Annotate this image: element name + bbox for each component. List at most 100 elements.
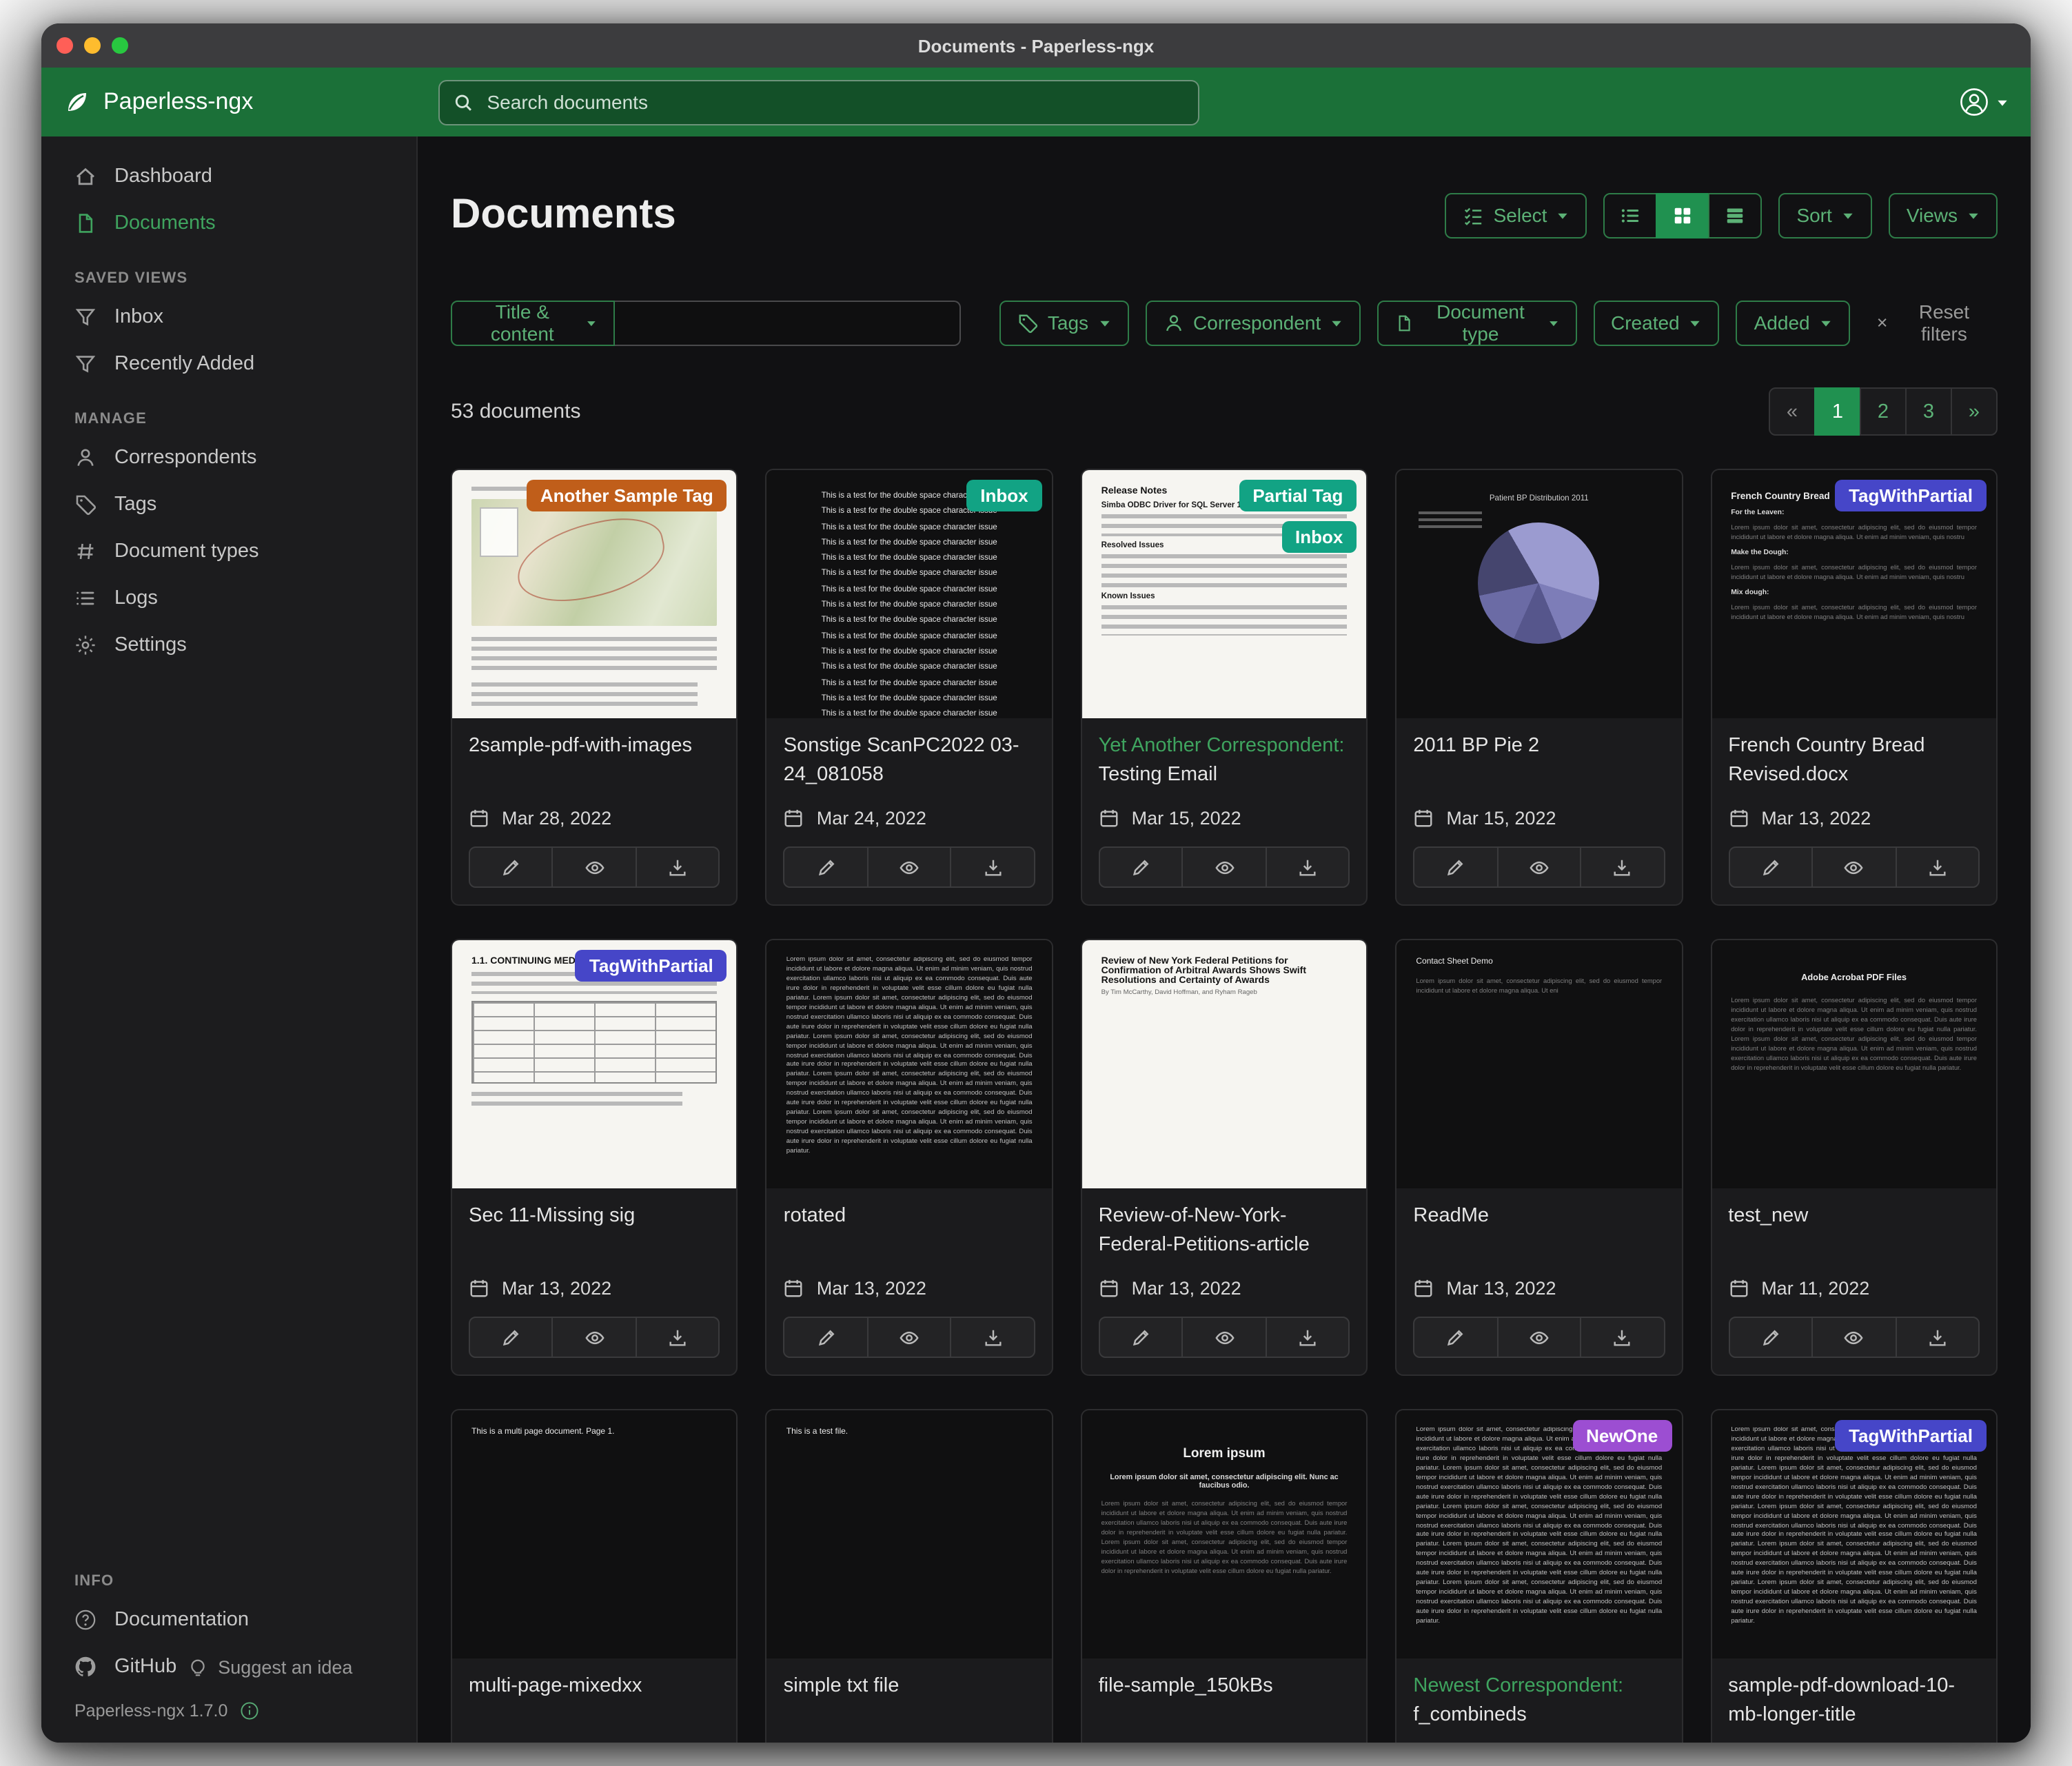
filter-tags-dropdown[interactable]: Tags [999,300,1128,345]
document-card[interactable]: NewOne Lorem ipsum dolor sit amet, conse… [1395,1409,1683,1743]
edit-document-button[interactable] [1099,846,1184,888]
document-card[interactable]: This is a multi page document. Page 1. m… [451,1409,738,1743]
views-dropdown[interactable]: Views [1889,192,1998,238]
download-document-button[interactable] [1265,846,1350,888]
edit-document-button[interactable] [1728,1317,1813,1358]
brand[interactable]: Paperless-ngx [63,88,438,116]
tag-badge[interactable]: NewOne [1572,1420,1672,1452]
document-thumbnail[interactable]: This is a multi page document. Page 1. [452,1410,737,1658]
download-document-button[interactable] [636,1317,720,1358]
filter-created-dropdown[interactable]: Created [1593,300,1720,345]
sidebar-item-settings[interactable]: Settings [41,622,416,669]
edit-document-button[interactable] [784,846,869,888]
document-thumbnail[interactable]: Lorem ipsum dolor sit amet, consectetur … [767,940,1052,1188]
pagination-page-3[interactable]: 3 [1905,387,1952,436]
pagination-page-1[interactable]: 1 [1814,387,1861,436]
edit-document-button[interactable] [1413,846,1498,888]
document-title[interactable]: rotated [784,1202,1035,1260]
window-minimize-button[interactable] [84,37,101,54]
edit-document-button[interactable] [469,1317,553,1358]
view-list-button[interactable] [1603,192,1657,238]
sidebar-item-correspondents[interactable]: Correspondents [41,434,416,481]
document-thumbnail[interactable]: Review of New York Federal Petitions for… [1082,940,1367,1188]
document-title[interactable]: multi-page-mixedxx [469,1672,720,1730]
tag-badge[interactable]: Inbox [966,480,1042,511]
tag-badge[interactable]: TagWithPartial [1835,480,1987,511]
document-card[interactable]: TagWithPartial French Country BreadFor t… [1710,469,1998,906]
tag-badge[interactable]: Inbox [1281,521,1357,553]
view-document-button[interactable] [867,1317,952,1358]
view-document-button[interactable] [1811,846,1896,888]
document-title[interactable]: Newest Correspondent: f_combineds [1413,1672,1665,1730]
edit-document-button[interactable] [1099,1317,1184,1358]
view-document-button[interactable] [1182,1317,1267,1358]
document-thumbnail[interactable]: TagWithPartial Lorem ipsum dolor sit ame… [1712,1410,1996,1658]
document-title[interactable]: 2sample-pdf-with-images [469,732,720,790]
document-title[interactable]: Sec 11-Missing sig [469,1202,720,1260]
view-document-button[interactable] [1182,846,1267,888]
document-card[interactable]: Lorem ipsumLorem ipsum dolor sit amet, c… [1081,1409,1368,1743]
document-card[interactable]: Inbox This is a test for the double spac… [766,469,1053,906]
document-card[interactable]: This is a test file. simple txt file [766,1409,1053,1743]
window-close-button[interactable] [57,37,73,54]
info-circle-icon[interactable] [240,1701,259,1721]
document-card[interactable]: Review of New York Federal Petitions for… [1081,939,1368,1376]
filter-correspondent-dropdown[interactable]: Correspondent [1145,300,1361,345]
document-card[interactable]: TagWithPartial Lorem ipsum dolor sit ame… [1710,1409,1998,1743]
document-card[interactable]: Adobe Acrobat PDF FilesLorem ipsum dolor… [1710,939,1998,1376]
document-card[interactable]: Another Sample Tag 2sample-pdf-with-imag… [451,469,738,906]
sidebar-item-documentation[interactable]: Documentation [41,1596,416,1643]
document-thumbnail[interactable]: Adobe Acrobat PDF FilesLorem ipsum dolor… [1712,940,1996,1188]
select-dropdown[interactable]: Select [1445,192,1587,238]
document-title[interactable]: French Country Bread Revised.docx [1728,732,1980,790]
view-detail-button[interactable] [1708,192,1762,238]
document-title[interactable]: Review-of-New-York-Federal-Petitions-art… [1099,1202,1350,1260]
document-thumbnail[interactable]: This is a test file. [767,1410,1052,1658]
document-card[interactable]: Contact Sheet DemoLorem ipsum dolor sit … [1395,939,1683,1376]
tag-badge[interactable]: Another Sample Tag [527,480,727,511]
document-title[interactable]: simple txt file [784,1672,1035,1730]
view-grid-button[interactable] [1656,192,1709,238]
sidebar-item-suggest-idea[interactable]: Suggest an idea [187,1656,352,1677]
sidebar-item-recently-added[interactable]: Recently Added [41,341,416,387]
sidebar-item-inbox[interactable]: Inbox [41,294,416,341]
view-document-button[interactable] [1496,1317,1581,1358]
document-title[interactable]: sample-pdf-download-10-mb-longer-title [1728,1672,1980,1730]
sidebar-item-github[interactable]: GitHub [41,1643,187,1690]
document-thumbnail[interactable]: Patient BP Distribution 2011 [1396,470,1681,718]
document-thumbnail[interactable]: Inbox This is a test for the double spac… [767,470,1052,718]
document-thumbnail[interactable]: Partial TagInbox Release NotesSimba ODBC… [1082,470,1367,718]
sidebar-item-documents[interactable]: Documents [41,200,416,247]
filter-field-dropdown[interactable]: Title & content [451,300,614,345]
reset-filters-button[interactable]: Reset filters [1867,299,1998,346]
download-document-button[interactable] [1265,1317,1350,1358]
document-title[interactable]: Yet Another Correspondent: Testing Email [1099,732,1350,790]
document-thumbnail[interactable]: Lorem ipsumLorem ipsum dolor sit amet, c… [1082,1410,1367,1658]
view-document-button[interactable] [552,1317,637,1358]
edit-document-button[interactable] [784,1317,869,1358]
document-thumbnail[interactable]: TagWithPartial French Country BreadFor t… [1712,470,1996,718]
edit-document-button[interactable] [1728,846,1813,888]
document-title[interactable]: ReadMe [1413,1202,1665,1260]
download-document-button[interactable] [951,846,1035,888]
download-document-button[interactable] [1580,1317,1665,1358]
document-thumbnail[interactable]: TagWithPartial 1.1. CONTINUING MEDICAL E… [452,940,737,1188]
document-card[interactable]: Patient BP Distribution 2011 2011 BP Pie… [1395,469,1683,906]
document-correspondent-link[interactable]: Yet Another Correspondent: [1099,735,1345,757]
filter-added-dropdown[interactable]: Added [1736,300,1850,345]
download-document-button[interactable] [1895,1317,1980,1358]
document-title[interactable]: 2011 BP Pie 2 [1413,732,1665,790]
document-title[interactable]: test_new [1728,1202,1980,1260]
edit-document-button[interactable] [469,846,553,888]
sidebar-item-logs[interactable]: Logs [41,575,416,622]
window-zoom-button[interactable] [112,37,128,54]
download-document-button[interactable] [1580,846,1665,888]
pagination-next-button[interactable]: » [1951,387,1998,436]
filter-document-type-dropdown[interactable]: Document type [1377,300,1576,345]
edit-document-button[interactable] [1413,1317,1498,1358]
document-correspondent-link[interactable]: Newest Correspondent: [1413,1675,1623,1697]
document-thumbnail[interactable]: Another Sample Tag [452,470,737,718]
view-document-button[interactable] [1496,846,1581,888]
document-thumbnail[interactable]: NewOne Lorem ipsum dolor sit amet, conse… [1396,1410,1681,1658]
download-document-button[interactable] [951,1317,1035,1358]
